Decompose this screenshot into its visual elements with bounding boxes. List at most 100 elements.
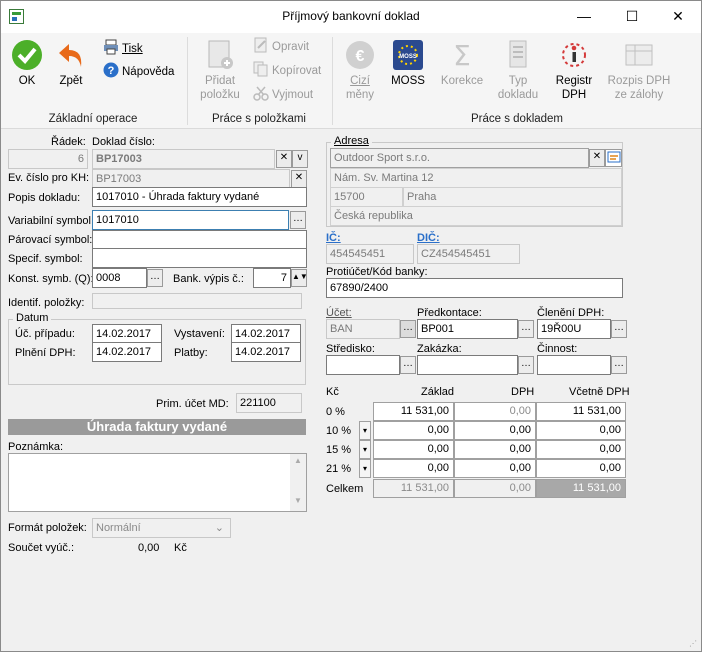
zakazka-field[interactable] — [417, 355, 518, 375]
undo-arrow-icon — [59, 44, 82, 67]
doklad-field[interactable]: BP17003 — [92, 149, 275, 169]
vyst-field[interactable]: 14.02.2017 — [231, 324, 301, 344]
dic-label[interactable]: DIČ: — [417, 232, 440, 244]
format-select[interactable]: Normální ⌄ — [92, 518, 231, 538]
correction-button[interactable]: Σ Korekce — [437, 39, 487, 88]
ribbon-separator — [187, 37, 188, 125]
currency-icon: € — [346, 41, 374, 69]
add-item-button[interactable]: Přidat položku — [194, 39, 246, 102]
zakazka-lookup-button[interactable]: … — [518, 356, 534, 374]
dic-field[interactable]: CZ454545451 — [417, 244, 520, 264]
minimize-button[interactable]: — — [561, 1, 607, 32]
zaklad-cell[interactable]: 0,00 — [373, 440, 454, 459]
bank-spinner[interactable]: ▲▼ — [291, 269, 308, 287]
dph-cell[interactable]: 0,00 — [454, 440, 536, 459]
dph-cell[interactable]: 0,00 — [454, 459, 536, 478]
cinnost-lookup-button[interactable]: … — [611, 356, 627, 374]
uc-field[interactable]: 14.02.2017 — [92, 324, 162, 344]
close-button[interactable]: ✕ — [655, 1, 701, 32]
ucet-field[interactable]: BAN — [326, 319, 400, 339]
add-item-label: Přidat — [204, 75, 236, 87]
clear-button[interactable]: ✕ — [276, 150, 292, 168]
stredisko-lookup-button[interactable]: … — [400, 356, 416, 374]
ic-field[interactable]: 454545451 — [326, 244, 414, 264]
vyst-label: Vystavení: — [174, 328, 225, 340]
add-item-icon — [208, 40, 233, 69]
vcetne-cell[interactable]: 0,00 — [536, 421, 626, 440]
zaklad-cell[interactable]: 11 531,00 — [373, 402, 454, 421]
rate-label: 10 % — [326, 425, 352, 437]
doctype-button[interactable]: Typ dokladu — [495, 39, 541, 102]
ucet-lookup-button[interactable]: … — [400, 320, 416, 338]
popis-label: Popis dokladu: — [8, 192, 81, 204]
vcetne-cell[interactable]: 0,00 — [536, 459, 626, 478]
ks-field[interactable]: 0008 — [92, 268, 147, 288]
protiucet-label: Protiúčet/Kód banky: — [326, 266, 428, 278]
stredisko-field[interactable] — [326, 355, 400, 375]
foreign-currency-button[interactable]: € Cizí měny — [340, 39, 380, 102]
edit-icon — [253, 37, 269, 53]
vcetne-cell[interactable]: 0,00 — [536, 440, 626, 459]
ss-field[interactable] — [92, 248, 307, 268]
cinnost-field[interactable] — [537, 355, 611, 375]
zaklad-cell[interactable]: 0,00 — [373, 459, 454, 478]
moss-button[interactable]: MOSS MOSS — [388, 39, 428, 88]
bank-field[interactable]: 7 — [253, 268, 291, 288]
city-field[interactable]: Praha — [403, 187, 622, 207]
predkontace-field[interactable]: BP001 — [417, 319, 518, 339]
vs-lookup-button[interactable]: … — [290, 211, 306, 229]
soucet-label: Součet vyúč.: — [8, 542, 75, 554]
description-banner: Úhrada faktury vydané — [8, 419, 306, 435]
protiucet-field[interactable]: 67890/2400 — [326, 278, 623, 298]
poznamka-label: Poznámka: — [8, 441, 64, 453]
address-book-icon[interactable] — [605, 149, 622, 167]
poznamka-textarea[interactable]: ▲ ▼ — [8, 453, 307, 512]
zaklad-cell[interactable]: 0,00 — [373, 421, 454, 440]
dph-cell[interactable]: 0,00 — [454, 402, 536, 421]
clear-address-button[interactable]: ✕ — [589, 149, 605, 167]
popis-field[interactable]: 1017010 - Úhrada faktury vydané — [92, 187, 307, 207]
plneni-label: Plnění DPH: — [15, 347, 76, 359]
copy-button[interactable]: Kopírovat — [253, 61, 321, 81]
cut-button[interactable]: Vyjmout — [253, 85, 313, 105]
parovaci-field[interactable] — [92, 230, 307, 250]
edit-button[interactable]: Opravit — [253, 37, 309, 57]
ks-lookup-button[interactable]: … — [147, 269, 163, 287]
clear-ev-button[interactable]: ✕ — [291, 170, 307, 188]
rozpis-dph-label: Rozpis DPH — [607, 75, 671, 87]
registr-dph-label: Registr — [555, 75, 593, 87]
country-field[interactable]: Česká republika — [330, 206, 622, 226]
resize-grip[interactable]: ⋰ — [689, 639, 699, 649]
plneni-field[interactable]: 14.02.2017 — [92, 342, 162, 362]
chevron-down-icon[interactable]: v — [292, 150, 308, 168]
company-field[interactable]: Outdoor Sport s.r.o. — [330, 148, 589, 168]
dph-cell[interactable]: 0,00 — [454, 421, 536, 440]
scrollbar[interactable]: ▲ ▼ — [290, 454, 306, 511]
predkontace-lookup-button[interactable]: … — [518, 320, 534, 338]
rozpis-dph-button[interactable]: Rozpis DPH ze zálohy — [607, 39, 671, 102]
ok-button[interactable]: OK — [7, 39, 47, 88]
cleneni-lookup-button[interactable]: … — [611, 320, 627, 338]
ic-label[interactable]: IČ: — [326, 232, 341, 244]
rate-dropdown[interactable]: ▾ — [359, 421, 371, 440]
help-button[interactable]: ? Nápověda — [103, 62, 174, 82]
platby-field[interactable]: 14.02.2017 — [231, 342, 301, 362]
rozpis-dph-label2: ze zálohy — [614, 89, 664, 101]
vs-field[interactable]: 1017010 — [92, 210, 289, 230]
copy-icon — [253, 61, 269, 77]
rate-dropdown[interactable]: ▾ — [359, 440, 371, 459]
cleneni-field[interactable]: 19Ř00U — [537, 319, 611, 339]
street-field[interactable]: Nám. Sv. Martina 12 — [330, 168, 622, 188]
maximize-button[interactable]: ☐ — [609, 1, 655, 32]
total-dph: 0,00 — [454, 479, 536, 498]
rate-dropdown[interactable]: ▾ — [359, 459, 371, 478]
print-button[interactable]: Tisk — [103, 39, 143, 59]
vcetne-cell[interactable]: 11 531,00 — [536, 402, 626, 421]
prim-field[interactable]: 221100 — [236, 393, 302, 413]
scissors-icon — [253, 85, 269, 101]
ev-field[interactable]: BP17003 — [92, 169, 290, 189]
registr-dph-button[interactable]: Registr DPH — [551, 39, 597, 102]
back-button[interactable]: Zpět — [51, 39, 91, 88]
zip-field[interactable]: 15700 — [330, 187, 403, 207]
stredisko-label: Středisko: — [326, 343, 375, 355]
